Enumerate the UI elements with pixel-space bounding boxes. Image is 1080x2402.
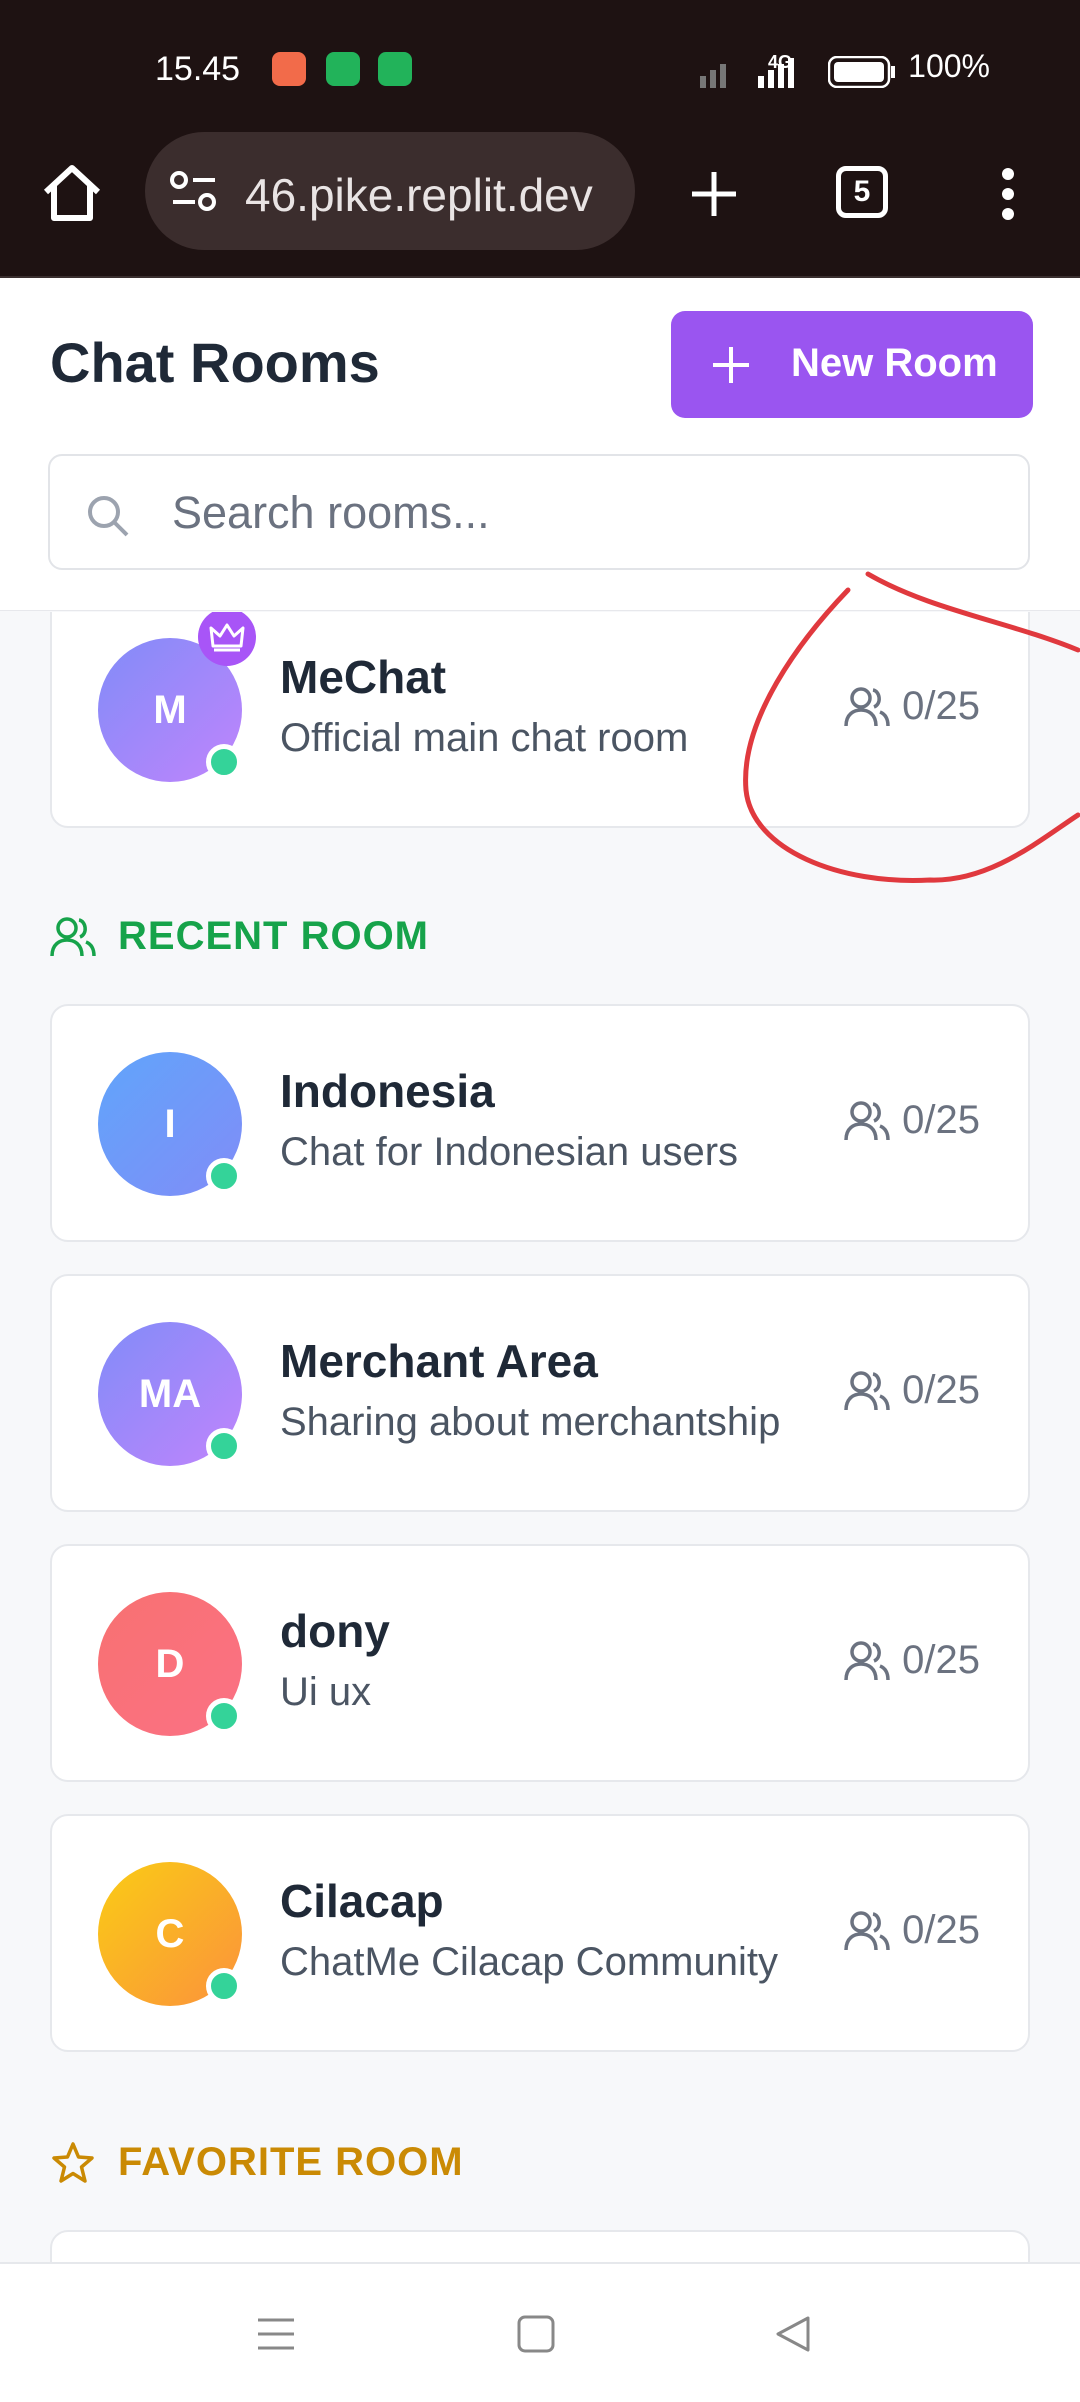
phone-app-icon bbox=[378, 52, 412, 86]
battery-level: 100% bbox=[908, 48, 990, 84]
room-capacity: 0/25 bbox=[844, 1098, 980, 1143]
capacity-count: 0/25 bbox=[902, 684, 980, 728]
search-icon bbox=[88, 496, 129, 537]
room-list: M MeChat Official main chat room 0/25 RE… bbox=[0, 612, 1080, 2262]
room-capacity: 0/25 bbox=[844, 1638, 980, 1683]
online-indicator bbox=[206, 1428, 242, 1464]
shield-app-icon bbox=[326, 52, 360, 86]
avatar-initials: M bbox=[153, 687, 187, 732]
page-header: Chat Rooms New Room bbox=[0, 278, 1080, 611]
online-indicator bbox=[206, 1968, 242, 2004]
room-description: ChatMe Cilacap Community bbox=[280, 1940, 778, 1984]
favorite-section-header: FAVORITE ROOM bbox=[50, 2140, 464, 2185]
search-box[interactable] bbox=[48, 454, 1030, 570]
online-indicator bbox=[206, 1158, 242, 1194]
crown-icon bbox=[198, 612, 256, 666]
more-menu-icon[interactable] bbox=[996, 166, 1020, 222]
capacity-count: 0/25 bbox=[902, 1908, 980, 1952]
capacity-count: 0/25 bbox=[902, 1098, 980, 1142]
room-card-dony[interactable]: D dony Ui ux 0/25 bbox=[50, 1544, 1030, 1782]
new-room-button[interactable]: New Room bbox=[671, 311, 1033, 418]
online-indicator bbox=[206, 1698, 242, 1734]
room-card-cilacap[interactable]: C Cilacap ChatMe Cilacap Community 0/25 bbox=[50, 1814, 1030, 2052]
back-icon[interactable] bbox=[772, 2314, 812, 2354]
home-nav-icon[interactable] bbox=[516, 2314, 556, 2354]
status-time: 15.45 bbox=[155, 50, 241, 88]
tab-count: 5 bbox=[853, 175, 871, 208]
section-title: RECENT ROOM bbox=[118, 914, 429, 958]
avatar-initials: I bbox=[164, 1101, 176, 1146]
room-capacity: 0/25 bbox=[844, 1908, 980, 1953]
site-settings-icon[interactable] bbox=[169, 170, 219, 214]
home-icon[interactable] bbox=[40, 162, 104, 222]
url-text: 46.pike.replit.dev bbox=[245, 169, 593, 221]
users-icon bbox=[844, 1910, 890, 1950]
room-card-merchant-area[interactable]: MA Merchant Area Sharing about merchants… bbox=[50, 1274, 1030, 1512]
search-input[interactable] bbox=[170, 476, 994, 550]
room-name: dony bbox=[280, 1605, 390, 1657]
room-capacity: 0/25 bbox=[844, 684, 980, 729]
online-indicator bbox=[206, 744, 242, 780]
capacity-count: 0/25 bbox=[902, 1638, 980, 1682]
recent-section-header: RECENT ROOM bbox=[50, 914, 429, 959]
star-icon bbox=[52, 2141, 94, 2183]
room-card-mechat[interactable]: M MeChat Official main chat room 0/25 bbox=[50, 612, 1030, 828]
room-description: Chat for Indonesian users bbox=[280, 1130, 739, 1174]
new-room-label: New Room bbox=[791, 341, 998, 385]
network-type-label: 4G bbox=[768, 52, 793, 72]
room-description: Ui ux bbox=[280, 1670, 372, 1714]
browser-toolbar: 46.pike.replit.dev 5 bbox=[0, 110, 1080, 278]
users-icon bbox=[844, 1640, 890, 1680]
room-name: Cilacap bbox=[280, 1875, 444, 1927]
room-capacity: 0/25 bbox=[844, 1368, 980, 1413]
room-description: Sharing about merchantship bbox=[280, 1400, 781, 1444]
users-icon bbox=[844, 686, 890, 726]
plus-icon bbox=[713, 347, 749, 383]
battery-icon bbox=[828, 56, 895, 88]
room-card-indonesia[interactable]: I Indonesia Chat for Indonesian users 0/… bbox=[50, 1004, 1030, 1242]
users-icon bbox=[844, 1100, 890, 1140]
capacity-count: 0/25 bbox=[902, 1368, 980, 1412]
avatar-initials: D bbox=[155, 1641, 185, 1686]
room-name: Merchant Area bbox=[280, 1335, 598, 1387]
gallery-app-icon bbox=[272, 52, 306, 86]
section-title: FAVORITE ROOM bbox=[118, 2140, 464, 2184]
address-bar[interactable]: 46.pike.replit.dev bbox=[145, 132, 635, 250]
users-icon bbox=[50, 916, 96, 956]
status-bar: 15.45 4G 100% bbox=[0, 0, 1080, 110]
system-nav-bar bbox=[0, 2262, 1080, 2402]
room-name: MeChat bbox=[280, 651, 447, 703]
room-description: Official main chat room bbox=[280, 716, 689, 760]
room-card-favorite[interactable] bbox=[50, 2230, 1030, 2262]
new-tab-icon[interactable] bbox=[688, 168, 740, 220]
tab-switcher-button[interactable]: 5 bbox=[836, 166, 888, 218]
recent-apps-icon[interactable] bbox=[256, 2314, 296, 2354]
page-title: Chat Rooms bbox=[50, 331, 380, 394]
avatar-initials: C bbox=[155, 1911, 185, 1956]
avatar-initials: MA bbox=[138, 1371, 202, 1416]
room-name: Indonesia bbox=[280, 1065, 495, 1117]
users-icon bbox=[844, 1370, 890, 1410]
